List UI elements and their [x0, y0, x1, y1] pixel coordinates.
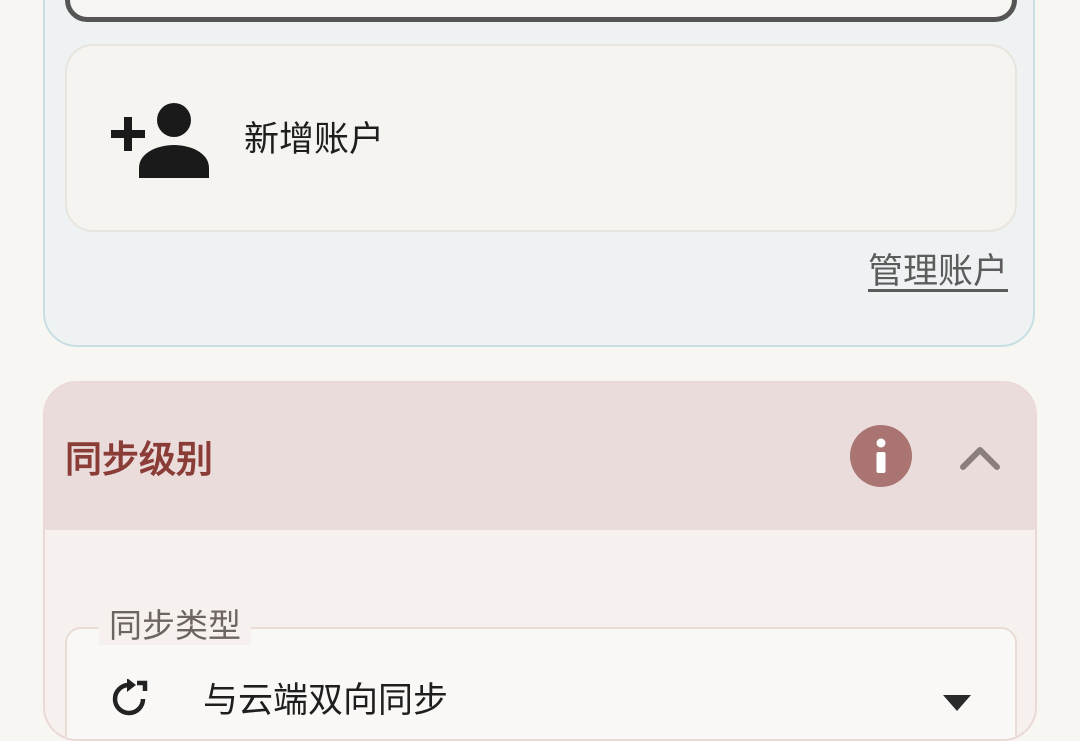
current-account-box[interactable] [65, 0, 1017, 22]
accounts-card: 新增账户 管理账户 [43, 0, 1035, 347]
sync-type-select[interactable]: 同步类型 与云端双向同步 [65, 607, 1017, 739]
chevron-up-icon[interactable] [957, 437, 1003, 477]
info-icon [876, 438, 886, 473]
add-account-button[interactable]: 新增账户 [65, 44, 1017, 232]
sync-type-label: 同步类型 [99, 607, 251, 645]
triangle-down-icon[interactable] [943, 695, 971, 713]
sync-level-title: 同步级别 [65, 438, 213, 481]
sync-type-value: 与云端双向同步 [203, 681, 449, 721]
person-add-icon [111, 103, 209, 178]
add-account-label: 新增账户 [244, 120, 385, 160]
sync-level-header[interactable]: 同步级别 [45, 383, 1035, 530]
sync-level-card: 同步级别 同步类型 与云端双向同步 [43, 381, 1037, 741]
info-button[interactable] [850, 425, 912, 487]
manage-accounts-link[interactable]: 管理账户 [868, 250, 1008, 294]
sync-icon [112, 679, 148, 716]
